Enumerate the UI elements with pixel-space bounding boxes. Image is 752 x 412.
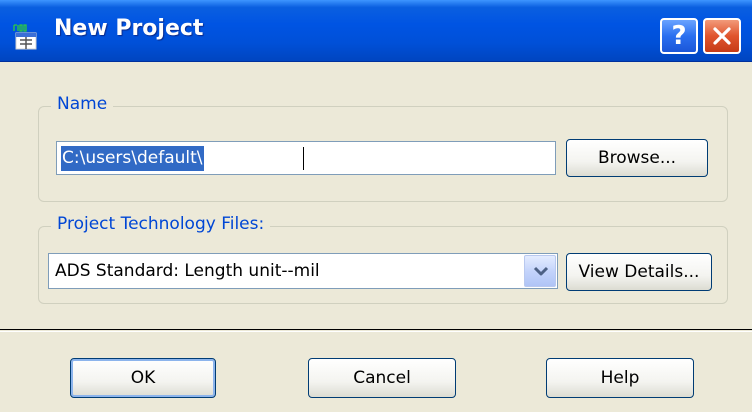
project-path-value: C:\users\default\ [61, 146, 204, 171]
project-path-input[interactable]: C:\users\default\ [56, 141, 556, 175]
close-icon [713, 27, 731, 45]
cancel-button[interactable]: Cancel [308, 358, 456, 398]
window-title: New Project [54, 16, 204, 41]
title-bar[interactable]: New Project ? [0, 0, 752, 62]
technology-files-legend: Project Technology Files: [51, 214, 271, 234]
chevron-down-icon [533, 266, 549, 276]
app-icon [12, 24, 40, 50]
help-question-icon: ? [671, 21, 687, 51]
dropdown-toggle-button[interactable] [524, 255, 556, 287]
view-details-button[interactable]: View Details... [566, 253, 712, 291]
name-group-legend: Name [51, 94, 114, 114]
browse-button[interactable]: Browse... [566, 139, 708, 177]
ok-button[interactable]: OK [70, 358, 216, 398]
technology-files-select[interactable]: ADS Standard: Length unit--mil [48, 253, 558, 289]
dialog-separator [0, 329, 752, 332]
new-project-dialog: New Project ? Name C:\users\default\ Bro… [0, 0, 752, 412]
title-help-button[interactable]: ? [660, 18, 698, 54]
help-button[interactable]: Help [546, 358, 694, 398]
technology-files-selected-value: ADS Standard: Length unit--mil [55, 261, 320, 281]
title-close-button[interactable] [703, 18, 741, 54]
text-caret [303, 147, 304, 170]
